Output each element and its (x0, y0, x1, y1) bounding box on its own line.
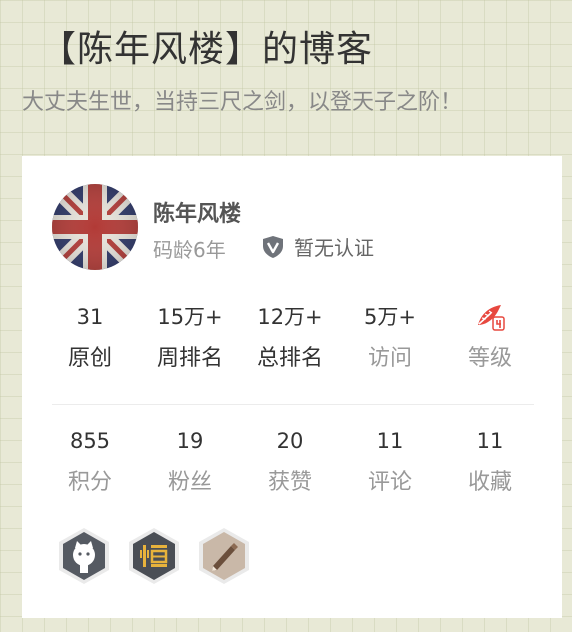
zhihu-badge-icon[interactable] (126, 526, 182, 586)
stat-label: 总排名 (256, 346, 323, 371)
stats-row-primary: 31 原创 15万+ 周排名 12万+ 总排名 5万+ 访问 等级 (40, 302, 540, 374)
stat-label: 等级 (467, 346, 512, 371)
stat-value: 855 (69, 429, 111, 453)
stat-value: 20 (276, 429, 304, 453)
profile-card: 陈年风楼 码龄6年 暂无认证 31 原创 15万+ 周排名 12万+ 总排名 5… (22, 156, 562, 618)
code-age: 码龄6年 (153, 238, 226, 262)
stat-favorites[interactable]: 11 收藏 (440, 426, 540, 498)
stat-total-rank[interactable]: 12万+ 总排名 (240, 302, 340, 374)
stat-label: 收藏 (467, 470, 512, 495)
certification: 暂无认证 (262, 232, 374, 261)
stat-value: 11 (476, 429, 504, 453)
avatar[interactable] (52, 184, 138, 270)
stat-label: 原创 (67, 346, 112, 371)
level-feather-icon (440, 302, 540, 332)
stat-value: 31 (76, 305, 104, 329)
stat-label: 粉丝 (167, 470, 212, 495)
stat-level[interactable]: 等级 (440, 302, 540, 374)
stat-value: 5万+ (364, 305, 416, 329)
stat-original[interactable]: 31 原创 (40, 302, 140, 374)
page-title: 【陈年风楼】的博客 (40, 29, 374, 70)
stat-fans[interactable]: 19 粉丝 (140, 426, 240, 498)
stat-comments[interactable]: 11 评论 (340, 426, 440, 498)
badge-list (56, 526, 252, 586)
union-jack-avatar (52, 184, 138, 270)
divider (52, 404, 534, 405)
blog-subtitle: 大丈夫生世，当持三尺之剑，以登天子之阶！ (22, 90, 463, 115)
stat-label: 周排名 (156, 346, 223, 371)
stat-label: 获赞 (267, 470, 312, 495)
stat-week-rank[interactable]: 15万+ 周排名 (140, 302, 240, 374)
stat-value: 11 (376, 429, 404, 453)
stat-label: 评论 (367, 470, 412, 495)
shield-v-icon (263, 235, 283, 258)
stat-value: 19 (176, 429, 204, 453)
user-name[interactable]: 陈年风楼 (153, 196, 241, 228)
pen-badge-icon[interactable] (196, 526, 252, 586)
stat-label: 积分 (67, 470, 112, 495)
stat-likes[interactable]: 20 获赞 (240, 426, 340, 498)
stat-points[interactable]: 855 积分 (40, 426, 140, 498)
github-badge-icon[interactable] (56, 526, 112, 586)
stat-visits[interactable]: 5万+ 访问 (340, 302, 440, 374)
certification-label: 暂无认证 (294, 236, 374, 260)
stat-label: 访问 (367, 346, 412, 371)
stat-value: 12万+ (257, 305, 323, 329)
stats-row-secondary: 855 积分 19 粉丝 20 获赞 11 评论 11 收藏 (40, 426, 540, 498)
stat-value: 15万+ (157, 305, 223, 329)
